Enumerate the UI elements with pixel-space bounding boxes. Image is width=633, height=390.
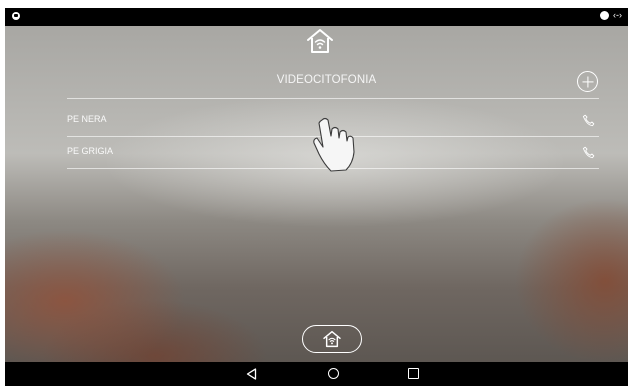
list-item-label: PE GRIGIA (67, 146, 114, 156)
divider (67, 98, 599, 99)
home-button[interactable] (302, 325, 362, 353)
connection-indicator: ‹-› (613, 10, 622, 20)
add-button[interactable] (577, 71, 598, 92)
home-wifi-icon (323, 330, 341, 348)
phone-icon[interactable] (581, 145, 596, 160)
navigation-bar (5, 362, 628, 386)
home-circle-icon[interactable] (328, 368, 339, 379)
page-title: VIDEOCITOFONIA (276, 74, 377, 86)
home-wifi-icon (305, 28, 335, 54)
status-dot-icon (600, 10, 609, 20)
hand-tap-icon (309, 116, 359, 174)
app-screen: ‹-› VIDEOCITOFONIA PE NERA PE GRIGIA (5, 8, 628, 386)
back-triangle-icon[interactable] (246, 368, 257, 380)
status-bar: ‹-› (5, 8, 628, 26)
list-item-label: PE NERA (67, 114, 107, 124)
phone-icon[interactable] (581, 113, 596, 128)
status-indicators: ‹-› (600, 10, 622, 20)
recents-square-icon[interactable] (408, 368, 419, 379)
android-notification-icon (12, 12, 20, 20)
